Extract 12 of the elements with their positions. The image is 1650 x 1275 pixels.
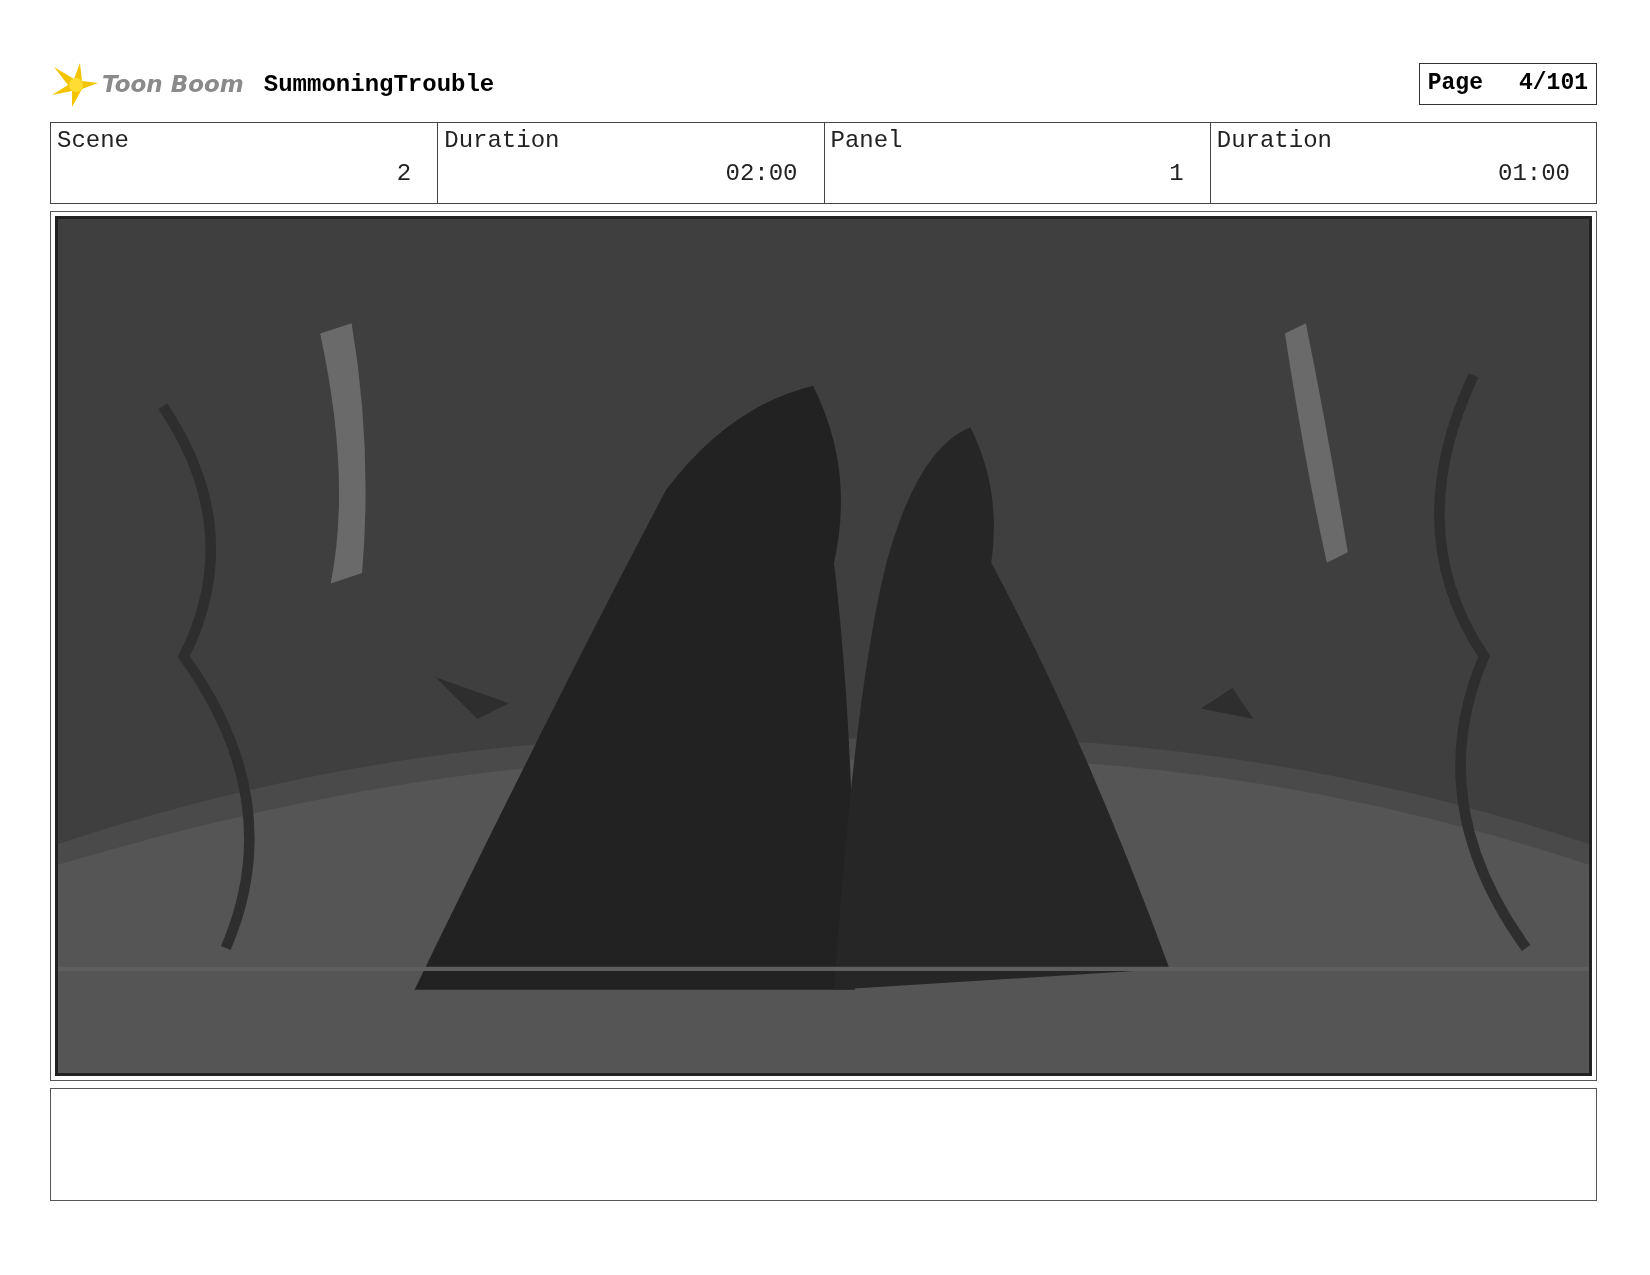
project-title: SummoningTrouble (263, 70, 495, 98)
field-label: Panel (830, 127, 903, 154)
field-value: 02:00 (725, 160, 798, 187)
field-label: Scene (57, 127, 129, 154)
page-label: Page (1427, 70, 1483, 96)
field-label: Duration (1216, 127, 1332, 154)
field-value: 1 (1169, 160, 1184, 187)
logo-text: Toon Boom (102, 71, 244, 97)
page-number: 4/101 (1519, 70, 1588, 96)
field-label: Duration (444, 127, 560, 154)
field-value: 01:00 (1498, 160, 1570, 187)
field-value: 2 (396, 160, 412, 187)
